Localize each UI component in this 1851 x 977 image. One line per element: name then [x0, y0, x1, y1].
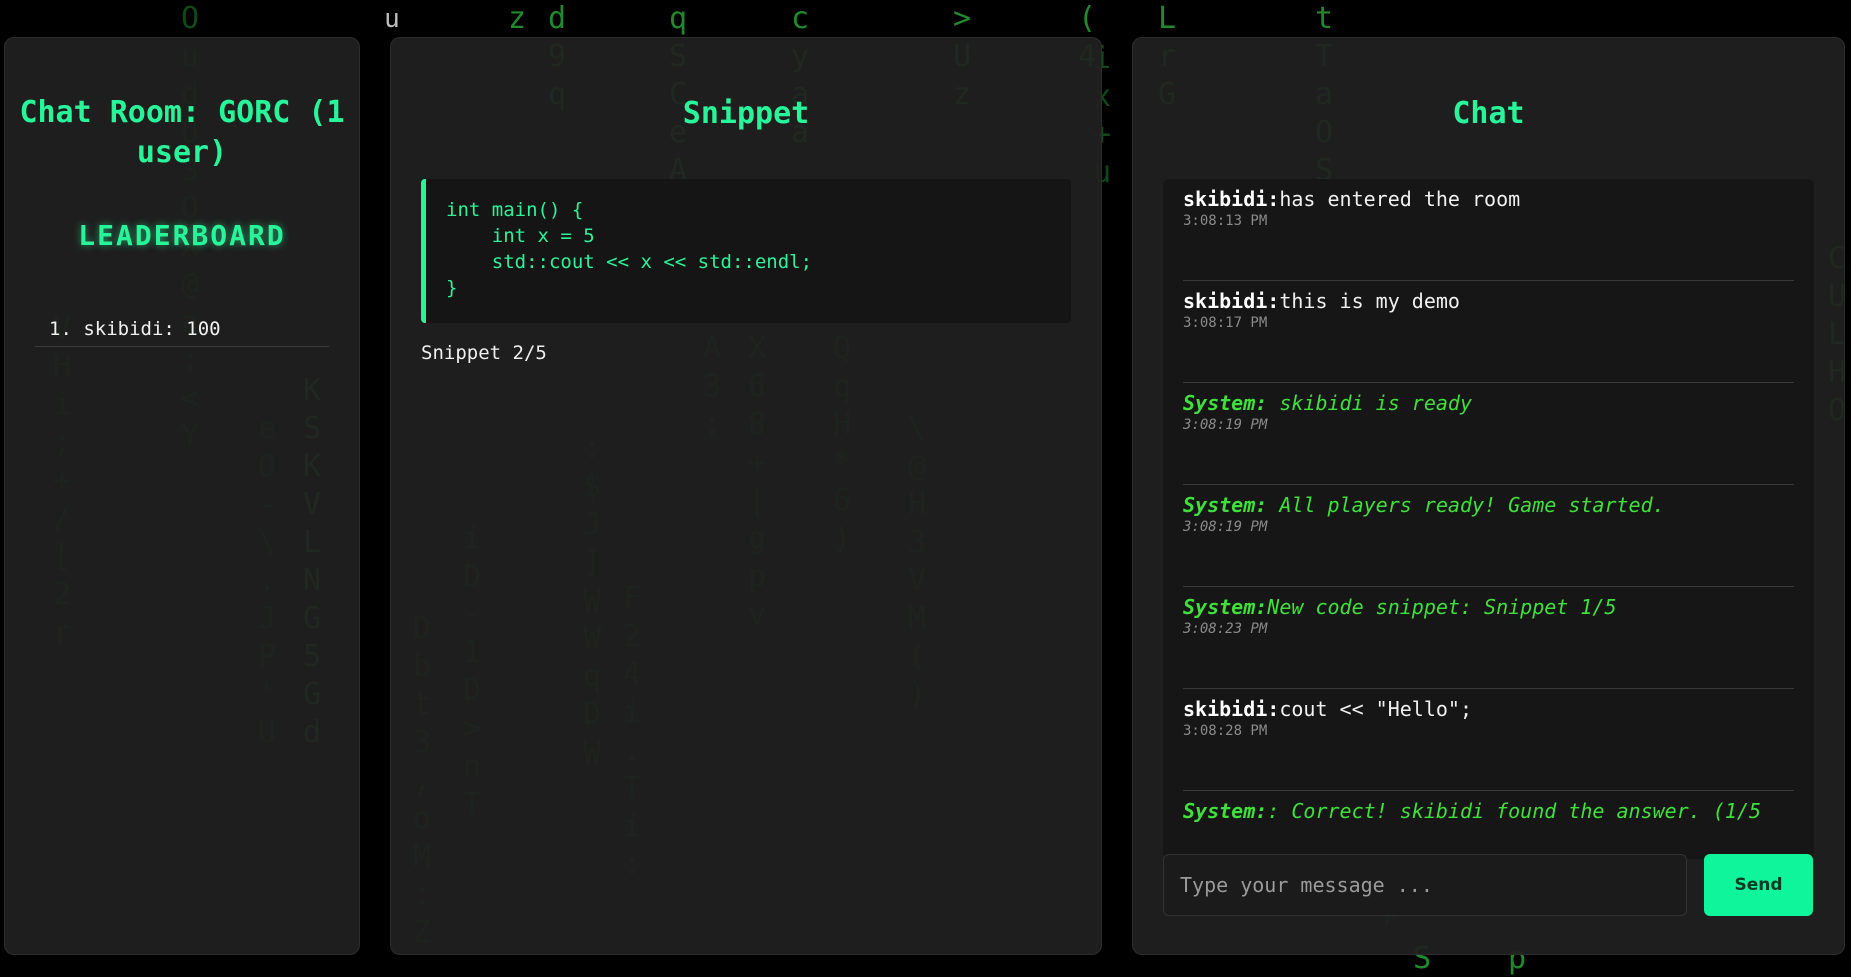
message-user: System:	[1183, 595, 1268, 619]
snippet-counter: Snippet 2/5	[421, 342, 547, 364]
code-snippet-box: int main() { int x = 5 std::cout << x <<…	[421, 179, 1071, 323]
message-time: 3:08:13 PM	[1183, 213, 1268, 229]
message-text: this is my demo	[1279, 289, 1460, 313]
message-text: skibidi is ready	[1267, 391, 1472, 415]
code-line: int main() {	[446, 199, 584, 221]
message-user: skibidi:	[1183, 289, 1280, 313]
code-line: int x = 5	[446, 225, 595, 247]
room-title: Chat Room: GORC (1 user)	[19, 95, 345, 170]
message-text: cout << "Hello";	[1279, 697, 1472, 721]
system-message: System: skibidi is ready 3:08:19 PM	[1183, 383, 1794, 485]
message-time: 3:08:28 PM	[1183, 723, 1268, 739]
message-text: has entered the room	[1279, 187, 1521, 211]
chat-message: skibidi:has entered the room 3:08:13 PM	[1183, 179, 1794, 281]
message-time: 3:08:17 PM	[1183, 315, 1268, 331]
message-text: All players ready! Game started.	[1267, 493, 1665, 517]
code-line: std::cout << x << std::endl;	[446, 251, 813, 273]
code-line: }	[446, 277, 458, 299]
leaderboard-title: LEADERBOARD	[78, 219, 286, 252]
message-user: skibidi:	[1183, 697, 1280, 721]
message-text: : Correct! skibidi found the answer. (1/…	[1267, 799, 1761, 823]
message-user: System:	[1183, 391, 1268, 415]
message-input[interactable]	[1163, 854, 1687, 916]
chat-title: Chat	[1452, 96, 1525, 131]
rain-column: z	[507, 1, 527, 36]
room-panel: Chat Room: GORC (1 user) LEADERBOARD 1. …	[4, 37, 360, 955]
chat-message: skibidi:cout << "Hello"; 3:08:28 PM	[1183, 689, 1794, 791]
leaderboard-list: 1. skibidi: 100	[35, 318, 329, 347]
chat-messages[interactable]: skibidi:has entered the room 3:08:13 PM …	[1163, 179, 1814, 859]
message-user: System:	[1183, 493, 1268, 517]
chat-message: skibidi:this is my demo 3:08:17 PM	[1183, 281, 1794, 383]
message-text: New code snippet: Snippet 1/5	[1267, 595, 1617, 619]
system-message: System:New code snippet: Snippet 1/5 3:0…	[1183, 587, 1794, 689]
snippet-title: Snippet	[682, 96, 810, 131]
rain-column: u	[384, 4, 400, 34]
message-time: 3:08:19 PM	[1183, 519, 1268, 535]
message-time: 3:08:19 PM	[1183, 417, 1268, 433]
send-button[interactable]: Send	[1704, 854, 1813, 916]
leaderboard-row: 1. skibidi: 100	[35, 318, 329, 347]
snippet-panel: Snippet int main() { int x = 5 std::cout…	[390, 37, 1102, 955]
message-time: 3:08:23 PM	[1183, 621, 1268, 637]
message-user: System:	[1183, 799, 1268, 823]
system-message: System: All players ready! Game started.…	[1183, 485, 1794, 587]
system-message: System:: Correct! skibidi found the answ…	[1183, 791, 1794, 859]
message-user: skibidi:	[1183, 187, 1280, 211]
chat-panel: Chat skibidi:has entered the room 3:08:1…	[1132, 37, 1845, 955]
